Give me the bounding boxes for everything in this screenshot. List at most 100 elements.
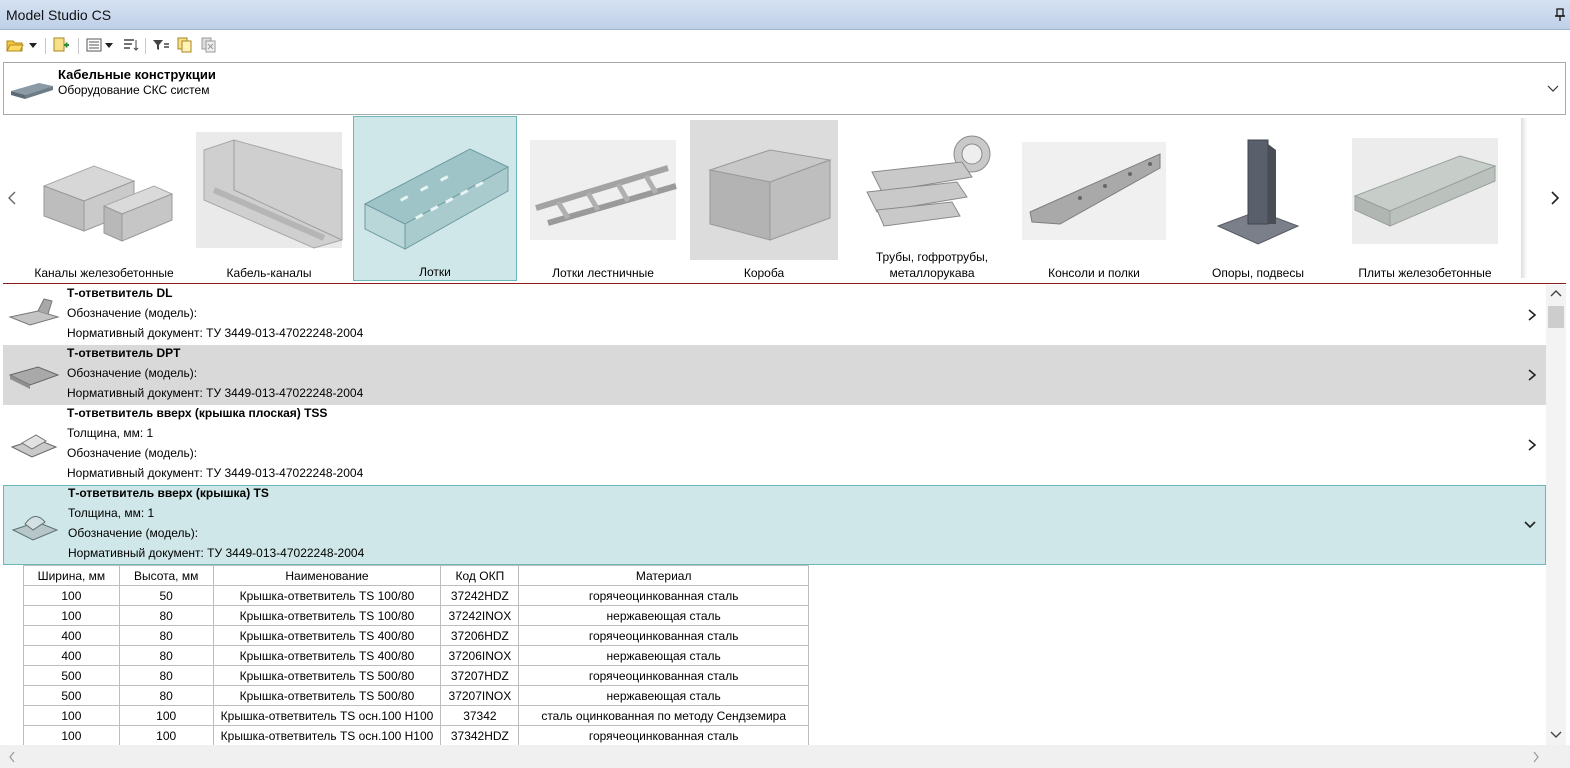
table-row[interactable]: 500 80 Крышка-ответвитель TS 500/80 37207IN… [23,685,809,706]
table-cell: 400 [23,625,120,646]
copy-icon[interactable] [176,35,194,55]
table-cell: 100 [23,585,120,606]
table-cell: 500 [23,665,120,686]
dropdown-arrow-icon[interactable] [28,35,38,55]
tee-branch-dl-thumbnail-icon [8,298,60,326]
table-row[interactable]: 100 50 Крышка-ответвитель TS 100/80 37242HD… [23,585,809,606]
list-item[interactable]: Т-ответвитель DPT Обозначение (модель): … [3,345,1546,405]
duct-box-image [690,120,838,260]
support-post-image [1216,139,1300,245]
table-cell: 37207HDZ [440,665,520,686]
table-cell: Крышка-ответвитель TS 500/80 [212,665,442,686]
column-header[interactable]: Код ОКП [440,565,520,586]
item-line: Нормативный документ: ТУ 3449-013-470222… [67,326,364,340]
table-cell: 80 [118,625,214,646]
table-cell: 50 [118,585,214,606]
table-cell: 400 [23,645,120,666]
table-cell: 100 [23,705,120,726]
add-item-icon[interactable] [52,35,70,55]
gallery-tile-label: Опоры, подвесы [1212,266,1304,280]
gallery-tile-truby[interactable]: Трубы, гофротрубы, металлорукава [847,116,1017,281]
pin-icon[interactable] [1554,8,1566,22]
cable-tray-thumbnail-icon [11,83,53,99]
gallery-tile-kanaly[interactable]: Каналы железобетонные [23,116,185,281]
list-item-selected[interactable]: Т-ответвитель вверх (крышка) TS Толщина,… [3,485,1546,565]
item-line: Нормативный документ: ТУ 3449-013-470222… [67,386,364,400]
table-cell: 37242HDZ [440,585,520,606]
chevron-right-icon[interactable] [1526,308,1538,322]
table-cell: горячеоцинкованная сталь [518,585,809,606]
list-item[interactable]: Т-ответвитель вверх (крышка плоская) TSS… [3,405,1546,485]
gallery-tile-kabel-kanaly[interactable]: Кабель-каналы [189,116,349,281]
table-cell: нержавеющая сталь [518,645,809,666]
tee-branch-up-flat-cover-thumbnail-icon [10,434,58,458]
table-cell: 80 [118,685,214,706]
chevron-right-icon[interactable] [1526,368,1538,382]
vertical-scrollbar[interactable] [1546,285,1566,745]
horizontal-scrollbar[interactable] [0,745,1570,768]
item-title: Т-ответвитель DPT [67,346,181,360]
item-title: Т-ответвитель вверх (крышка плоская) TSS [67,406,328,420]
column-header[interactable]: Материал [518,565,809,586]
gallery-next-icon[interactable] [1548,188,1562,208]
delete-copy-icon[interactable] [200,35,218,55]
table-cell: 80 [118,645,214,666]
table-cell: нержавеющая сталь [518,685,809,706]
table-row[interactable]: 400 80 Крышка-ответвитель TS 400/80 37206IN… [23,645,809,666]
table-cell: горячеоцинкованная сталь [518,625,809,646]
list-item[interactable]: Т-ответвитель DL Обозначение (модель): Н… [3,285,1546,345]
gallery-tile-lotki[interactable]: Лотки [353,116,517,281]
toolbar [0,31,1570,59]
chevron-right-icon[interactable] [1526,438,1538,452]
item-line: Обозначение (модель): [67,366,198,380]
category-subtitle: Оборудование СКС систем [58,83,210,97]
scroll-right-icon[interactable] [1532,751,1540,763]
table-cell: Крышка-ответвитель TS осн.100 Н100 [212,725,442,746]
app-window: Model Studio CS Кабельные конструкции Об… [0,0,1570,768]
concrete-channels-image [42,165,174,242]
scroll-down-icon[interactable] [1550,730,1562,740]
chevron-down-icon[interactable] [1547,83,1559,95]
sort-icon[interactable] [122,35,140,55]
gallery-tile-koroba[interactable]: Короба [689,116,839,281]
scrollbar-thumb[interactable] [1548,306,1564,328]
filter-icon[interactable] [152,35,170,55]
category-gallery: Каналы железобетонные Кабель-каналы Лотк… [3,116,1566,284]
scroll-up-icon[interactable] [1550,288,1562,298]
view-list-icon[interactable] [86,35,104,55]
chevron-down-icon[interactable] [1523,519,1537,531]
table-cell: сталь оцинкованная по методу Сендземира [518,705,809,726]
concrete-slabs-image [1352,138,1498,244]
table-cell: 37206HDZ [440,625,520,646]
gallery-tile-konsoli[interactable]: Консоли и полки [1019,116,1169,281]
table-cell: 100 [23,725,120,746]
table-cell: 100 [23,605,120,626]
toolbar-separator [145,38,146,54]
gallery-tile-plity[interactable]: Плиты железобетонные [1343,116,1507,281]
table-row[interactable]: 500 80 Крышка-ответвитель TS 500/80 37207HD… [23,665,809,686]
gallery-prev-icon[interactable] [5,188,19,208]
table-cell: 80 [118,665,214,686]
table-cell: 100 [118,705,214,726]
table-row[interactable]: 100 100 Крышка-ответвитель TS осн.100 Н100… [23,705,809,726]
gallery-tile-label-line2: металлорукава [889,266,975,280]
column-header[interactable]: Высота, мм [118,565,214,586]
category-selector[interactable]: Кабельные конструкции Оборудование СКС с… [3,62,1566,115]
table-cell: Крышка-ответвитель TS 500/80 [212,685,442,706]
table-row[interactable]: 400 80 Крышка-ответвитель TS 400/80 37206HD… [23,625,809,646]
toolbar-separator [45,38,46,54]
table-cell: горячеоцинкованная сталь [518,725,809,746]
table-cell: 37207INOX [440,685,520,706]
open-folder-icon[interactable] [6,35,24,55]
column-header[interactable]: Наименование [212,565,442,586]
table-row[interactable]: 100 100 Крышка-ответвитель TS осн.100 Н100… [23,725,809,746]
column-header[interactable]: Ширина, мм [23,565,120,586]
view-dropdown-arrow-icon[interactable] [104,35,114,55]
scroll-left-icon[interactable] [8,751,16,763]
item-list: Т-ответвитель DL Обозначение (модель): Н… [3,285,1546,565]
gallery-tile-label-line1: Трубы, гофротрубы, [875,250,989,264]
gallery-tile-lotki-lestnichnye[interactable]: Лотки лестничные [521,116,685,281]
variants-table: Ширина, мм Высота, мм Наименование Код О… [23,565,809,746]
table-row[interactable]: 100 80 Крышка-ответвитель TS 100/80 37242IN… [23,605,809,626]
gallery-tile-opory[interactable]: Опоры, подвесы [1183,116,1333,281]
